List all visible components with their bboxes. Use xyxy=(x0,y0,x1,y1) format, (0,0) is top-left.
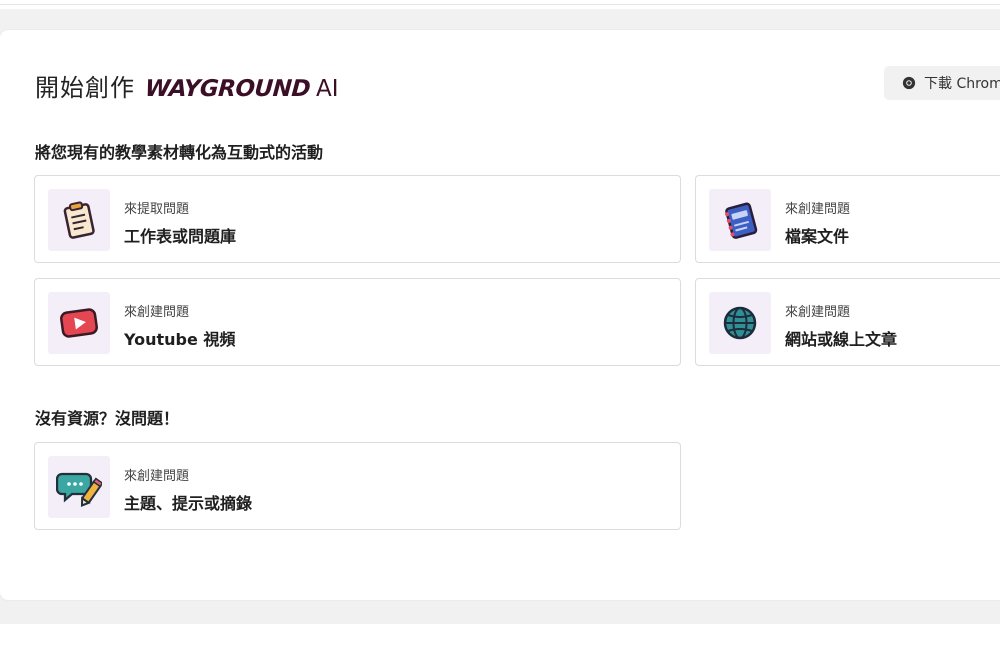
card-title: 網站或線上文章 xyxy=(785,330,898,349)
card-subtitle: 來創建問題 xyxy=(124,305,190,320)
chrome-icon xyxy=(902,76,916,90)
download-chrome-button[interactable]: 下載 Chrome xyxy=(884,66,1000,100)
card-icon-tile xyxy=(709,189,771,251)
card-website[interactable]: 來創建問題 網站或線上文章 xyxy=(695,278,1000,366)
clipboard-icon xyxy=(63,201,95,239)
brand-ai-label: AI xyxy=(316,76,339,102)
page-title: 開始創作 xyxy=(35,74,135,102)
card-title: Youtube 視頻 xyxy=(124,330,236,349)
download-chrome-label: 下載 Chrome xyxy=(924,76,1000,92)
card-subtitle: 來創建問題 xyxy=(785,202,851,217)
page-header: 開始創作 WAYGROUND AI xyxy=(35,68,339,103)
top-divider xyxy=(0,4,1000,5)
youtube-play-icon xyxy=(60,308,98,338)
chat-pencil-icon xyxy=(56,472,102,507)
convert-section-title: 將您現有的教學素材轉化為互動式的活動 xyxy=(35,143,324,162)
card-subtitle: 來創建問題 xyxy=(124,469,190,484)
card-youtube[interactable]: 來創建問題 Youtube 視頻 xyxy=(34,278,681,366)
card-icon-tile xyxy=(48,292,110,354)
notebook-icon xyxy=(725,202,758,239)
card-topic[interactable]: 來創建問題 主題、提示或摘錄 xyxy=(34,442,681,530)
card-title: 工作表或問題庫 xyxy=(124,227,237,246)
card-documents[interactable]: 來創建問題 檔案文件 xyxy=(695,175,1000,263)
card-subtitle: 來提取問題 xyxy=(124,202,190,217)
card-title: 主題、提示或摘錄 xyxy=(124,494,253,513)
card-icon-tile xyxy=(48,189,110,251)
brand-logo: WAYGROUND xyxy=(144,76,311,102)
no-resource-section-title: 沒有資源？沒問題！ xyxy=(35,409,180,428)
card-icon-tile xyxy=(709,292,771,354)
globe-icon xyxy=(723,306,757,340)
card-worksheet[interactable]: 來提取問題 工作表或問題庫 xyxy=(34,175,681,263)
card-title: 檔案文件 xyxy=(785,227,850,246)
card-subtitle: 來創建問題 xyxy=(785,305,851,320)
card-icon-tile xyxy=(48,456,110,518)
